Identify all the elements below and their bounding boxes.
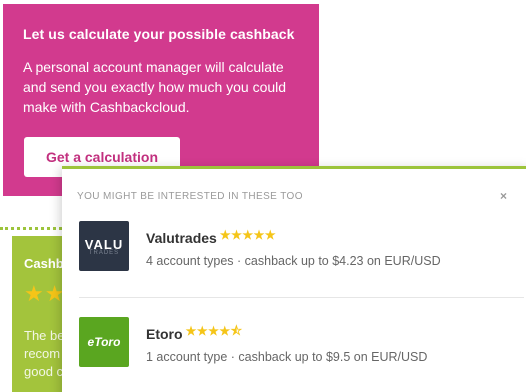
promo-body: A personal account manager will calculat… [23,59,287,115]
close-icon[interactable]: × [500,189,507,203]
valutrades-logo[interactable]: VALU TRADES [79,221,129,271]
suggestion-name[interactable]: Etoro ★★★★⯪ [146,324,243,347]
item-divider [79,297,524,298]
suggestion-name-text[interactable]: Etoro [146,326,183,342]
star-rating-icon: ★★★★⯪ [185,324,243,338]
suggestion-item-etoro[interactable]: eToro Etoro ★★★★⯪ 1 account type · cashba… [79,317,519,367]
valutrades-logo-subtext: TRADES [88,249,120,256]
promo-title: Let us calculate your possible cashback [23,26,295,42]
popup-header: YOU MIGHT BE INTERESTED IN THESE TOO [77,191,303,202]
etoro-logo-text: eToro [87,335,121,349]
suggestion-name-text[interactable]: Valutrades [146,230,217,246]
suggestion-item-valutrades[interactable]: VALU TRADES Valutrades ★★★★★ 4 account ty… [79,221,519,271]
suggestion-meta: 4 account types · cashback up to $4.23 o… [146,254,441,268]
star-rating-icon: ★★★★★ [219,228,277,242]
suggestion-name[interactable]: Valutrades ★★★★★ [146,228,277,246]
suggestion-meta: 1 account type · cashback up to $9.5 on … [146,350,428,364]
etoro-logo[interactable]: eToro [79,317,129,367]
suggestions-popup: YOU MIGHT BE INTERESTED IN THESE TOO × V… [62,166,526,392]
